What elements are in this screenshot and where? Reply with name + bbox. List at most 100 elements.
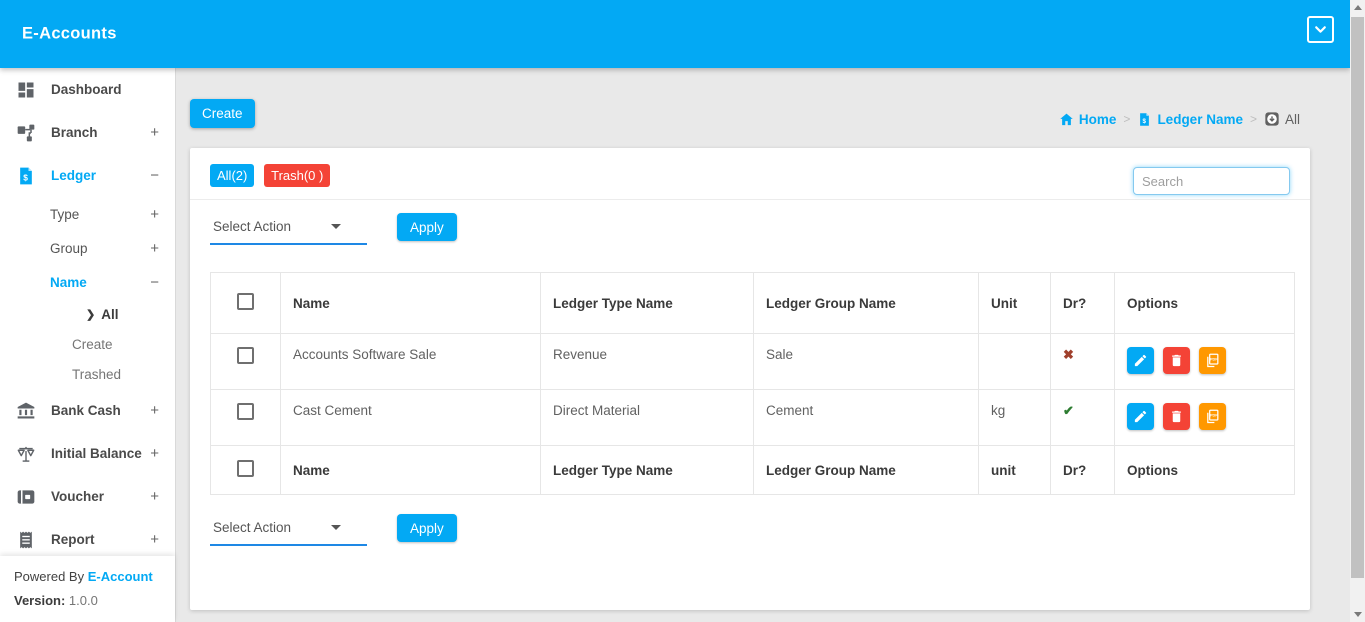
edit-button[interactable] bbox=[1127, 403, 1154, 430]
pdf-button[interactable]: PDF bbox=[1199, 347, 1226, 374]
sidebar-item-report[interactable]: Report + bbox=[0, 518, 175, 561]
sidebar-item-label: Trashed bbox=[72, 367, 121, 382]
select-action-dropdown[interactable]: Select Action bbox=[210, 213, 367, 245]
expand-plus-icon: + bbox=[150, 240, 159, 257]
sidebar-item-branch[interactable]: Branch + bbox=[0, 111, 175, 154]
sidebar-item-name-all[interactable]: ❯ All bbox=[0, 299, 175, 329]
select-action-dropdown[interactable]: Select Action bbox=[210, 514, 367, 546]
row-checkbox[interactable] bbox=[237, 403, 254, 420]
sidebar-item-name-trashed[interactable]: Trashed bbox=[0, 359, 175, 389]
vertical-scrollbar[interactable] bbox=[1350, 0, 1365, 622]
select-all-checkbox[interactable] bbox=[237, 460, 254, 477]
sidebar-item-voucher[interactable]: Voucher + bbox=[0, 475, 175, 518]
powered-by-text: Powered By bbox=[14, 569, 84, 584]
sidebar-item-ledger-name[interactable]: Name − bbox=[0, 265, 175, 299]
scroll-up-arrow-icon[interactable] bbox=[1350, 0, 1365, 15]
table-row: Accounts Software Sale Revenue Sale ✖ PD… bbox=[211, 334, 1295, 390]
chevron-right-icon: ❯ bbox=[86, 308, 95, 321]
sidebar-item-ledger-type[interactable]: Type + bbox=[0, 197, 175, 231]
sidebar-item-initial-balance[interactable]: Initial Balance + bbox=[0, 432, 175, 475]
sidebar-item-dashboard[interactable]: Dashboard bbox=[0, 68, 175, 111]
pdf-button[interactable]: PDF bbox=[1199, 403, 1226, 430]
cell-name: Accounts Software Sale bbox=[281, 334, 541, 390]
report-icon bbox=[16, 530, 36, 550]
sidebar-item-label: Initial Balance bbox=[51, 446, 142, 461]
sidebar-item-label: Dashboard bbox=[51, 82, 122, 97]
chevron-down-icon bbox=[1312, 21, 1329, 38]
sidebar-item-bank-cash[interactable]: Bank Cash + bbox=[0, 389, 175, 432]
pencil-icon bbox=[1133, 353, 1148, 368]
tabs-row: All(2) Trash(0 ) bbox=[190, 148, 1310, 200]
expand-plus-icon: + bbox=[150, 124, 159, 141]
expand-plus-icon: + bbox=[150, 531, 159, 548]
breadcrumb-home-link[interactable]: Home bbox=[1059, 112, 1117, 127]
row-checkbox[interactable] bbox=[237, 347, 254, 364]
sidebar-nav: Dashboard Branch + $ Ledger − Type + Gro… bbox=[0, 68, 175, 561]
select-all-checkbox[interactable] bbox=[237, 293, 254, 310]
ledger-doc-icon: $ bbox=[1137, 112, 1152, 127]
balance-scale-icon bbox=[16, 444, 36, 464]
cell-options: PDF bbox=[1115, 334, 1295, 390]
footer-column-unit: unit bbox=[979, 446, 1051, 495]
svg-text:$: $ bbox=[23, 172, 28, 182]
footer-column-options: Options bbox=[1115, 446, 1295, 495]
sidebar-item-label: Name bbox=[50, 275, 87, 290]
bank-icon bbox=[16, 401, 36, 421]
tab-all[interactable]: All(2) bbox=[210, 164, 254, 187]
branch-icon bbox=[16, 123, 36, 143]
search-input[interactable] bbox=[1133, 167, 1290, 195]
sidebar-item-ledger[interactable]: $ Ledger − bbox=[0, 154, 175, 197]
pencil-icon bbox=[1133, 409, 1148, 424]
cell-ledger-group-name: Sale bbox=[754, 334, 979, 390]
circle-down-icon bbox=[1264, 111, 1280, 127]
voucher-icon bbox=[16, 487, 36, 507]
apply-button[interactable]: Apply bbox=[397, 213, 457, 241]
ledger-table: Name Ledger Type Name Ledger Group Name … bbox=[210, 272, 1295, 495]
cell-ledger-type-name: Direct Material bbox=[541, 390, 754, 446]
sidebar-item-label: All bbox=[101, 307, 118, 322]
sidebar-item-name-create[interactable]: Create bbox=[0, 329, 175, 359]
edit-button[interactable] bbox=[1127, 347, 1154, 374]
svg-text:$: $ bbox=[1143, 117, 1147, 124]
expand-plus-icon: + bbox=[150, 402, 159, 419]
pdf-file-icon: PDF bbox=[1205, 409, 1220, 424]
column-header-ledger-group-name: Ledger Group Name bbox=[754, 273, 979, 334]
breadcrumb-ledger-name-link[interactable]: $ Ledger Name bbox=[1137, 112, 1243, 127]
home-icon bbox=[1059, 112, 1074, 127]
sidebar-footer: Powered By E-Account Version: 1.0.0 bbox=[0, 556, 175, 622]
pdf-file-icon: PDF bbox=[1205, 353, 1220, 368]
footer-column-ledger-type-name: Ledger Type Name bbox=[541, 446, 754, 495]
delete-button[interactable] bbox=[1163, 347, 1190, 374]
tab-trash[interactable]: Trash(0 ) bbox=[264, 164, 330, 187]
app-title: E-Accounts bbox=[22, 25, 117, 44]
table-header-row: Name Ledger Type Name Ledger Group Name … bbox=[211, 273, 1295, 334]
brand-link[interactable]: E-Account bbox=[88, 569, 153, 584]
expand-plus-icon: + bbox=[150, 206, 159, 223]
column-header-dr: Dr? bbox=[1051, 273, 1115, 334]
cell-unit bbox=[979, 334, 1051, 390]
cell-dr: ✔ bbox=[1051, 390, 1115, 446]
footer-column-name: Name bbox=[281, 446, 541, 495]
sidebar-item-label: Branch bbox=[51, 125, 98, 140]
collapse-minus-icon: − bbox=[150, 167, 159, 184]
header-dropdown-button[interactable] bbox=[1307, 16, 1334, 43]
scroll-down-arrow-icon[interactable] bbox=[1350, 607, 1365, 622]
column-header-ledger-type-name: Ledger Type Name bbox=[541, 273, 754, 334]
breadcrumb-separator: > bbox=[1250, 112, 1257, 126]
scrollbar-thumb[interactable] bbox=[1351, 17, 1364, 578]
create-button[interactable]: Create bbox=[190, 99, 255, 128]
sidebar-item-label: Report bbox=[51, 532, 95, 547]
table-row: Cast Cement Direct Material Cement kg ✔ … bbox=[211, 390, 1295, 446]
apply-button[interactable]: Apply bbox=[397, 514, 457, 542]
sidebar: Dashboard Branch + $ Ledger − Type + Gro… bbox=[0, 68, 176, 622]
footer-column-ledger-group-name: Ledger Group Name bbox=[754, 446, 979, 495]
breadcrumb-separator: > bbox=[1123, 112, 1130, 126]
trash-icon bbox=[1169, 353, 1184, 368]
trash-icon bbox=[1169, 409, 1184, 424]
app-header: E-Accounts bbox=[0, 0, 1350, 68]
version-label: Version: bbox=[14, 593, 65, 608]
delete-button[interactable] bbox=[1163, 403, 1190, 430]
sidebar-item-ledger-group[interactable]: Group + bbox=[0, 231, 175, 265]
cell-unit: kg bbox=[979, 390, 1051, 446]
collapse-minus-icon: − bbox=[150, 274, 159, 291]
